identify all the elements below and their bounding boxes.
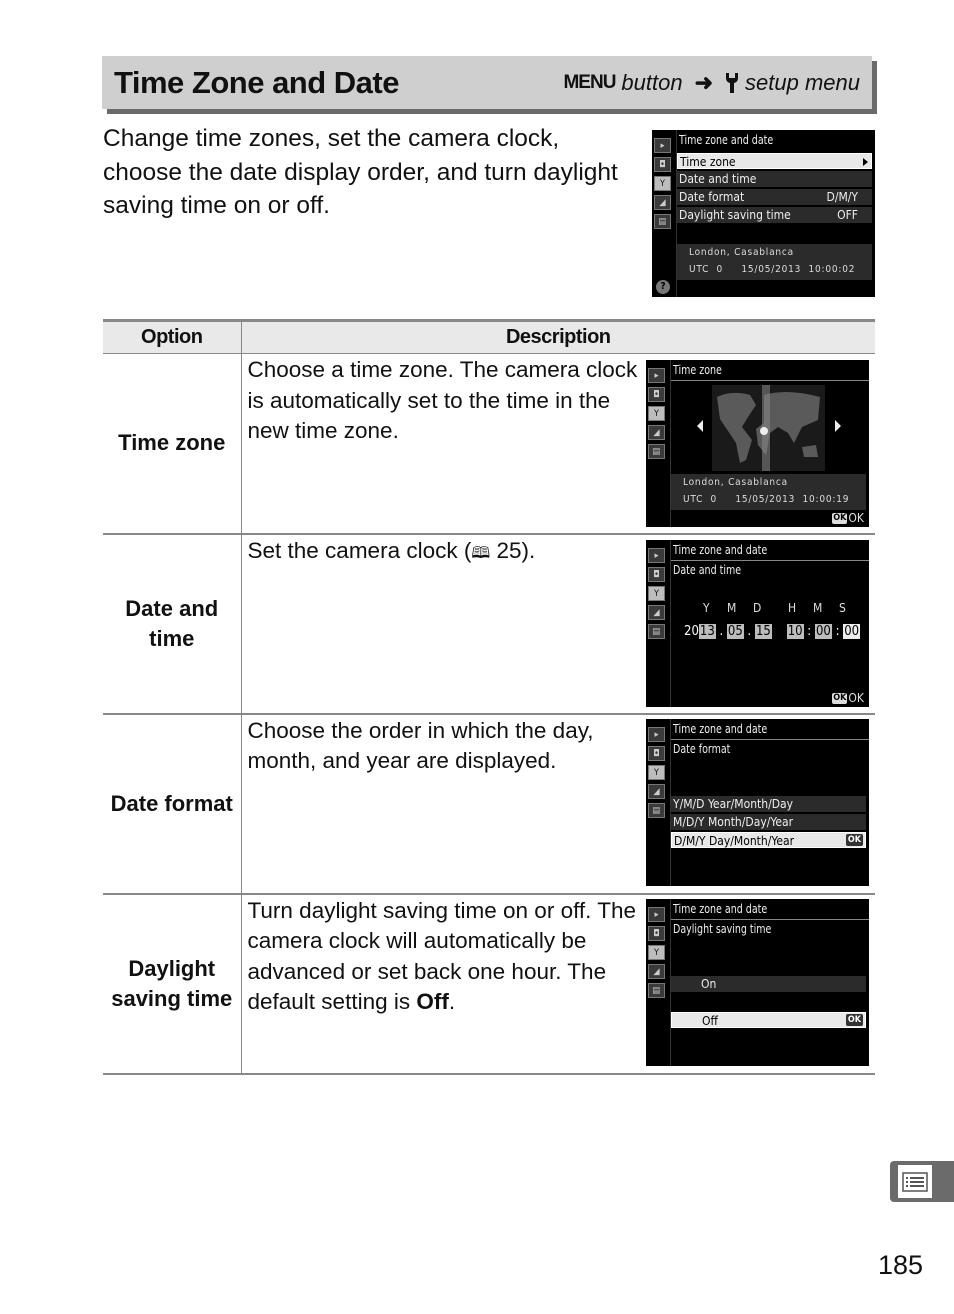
setup-tab-icon: Y xyxy=(648,945,665,960)
ok-icon: OK xyxy=(832,692,848,704)
help-icon: ? xyxy=(656,280,670,294)
utc-datetime: UTC 0 15/05/2013 10:00:02 xyxy=(689,264,856,275)
day-field[interactable]: 15 xyxy=(754,624,772,639)
menu-item-time-zone[interactable]: Time zone xyxy=(677,153,872,169)
mymenu-tab-icon: ▤ xyxy=(648,444,665,459)
camera-screen-daylight-saving: ▸ ◘ Y ◢ ▤ Time zone and date Daylight saving… xyxy=(646,899,869,1066)
section-header: Time Zone and Date MENU button ➜ setup m… xyxy=(102,56,872,109)
month-field[interactable]: 05 xyxy=(726,624,744,639)
option-name: Daylight saving time xyxy=(103,893,242,1075)
screen-title: Time zone xyxy=(673,363,722,377)
screen-subtitle: Daylight saving time xyxy=(673,922,772,936)
setup-tab-icon: Y xyxy=(648,765,665,780)
camera-tab-icon: ◘ xyxy=(648,387,665,402)
camera-screen-date-and-time: ▸ ◘ Y ◢ ▤ Time zone and date Date and time Y… xyxy=(646,540,869,707)
screen-subtitle: Date format xyxy=(673,742,731,756)
option-on[interactable]: On xyxy=(671,976,866,992)
mymenu-tab-icon: ▤ xyxy=(648,624,665,639)
camera-tab-icon: ◘ xyxy=(648,567,665,582)
option-mdy[interactable]: M/D/Y Month/Day/Year xyxy=(671,814,866,830)
playback-tab-icon: ▸ xyxy=(648,727,665,742)
retouch-tab-icon: ◢ xyxy=(654,195,671,210)
mymenu-tab-icon: ▤ xyxy=(654,214,671,229)
ok-button[interactable]: OK OK xyxy=(832,511,864,525)
option-off[interactable]: Off OK xyxy=(671,1012,866,1028)
playback-tab-icon: ▸ xyxy=(648,548,665,563)
screen-title: Time zone and date xyxy=(673,902,768,916)
option-name: Time zone xyxy=(103,353,242,535)
menu-path: MENU button ➜ setup menu xyxy=(563,70,860,96)
world-map xyxy=(712,385,825,471)
ok-icon: OK xyxy=(845,1014,863,1026)
camera-tab-icon: ◘ xyxy=(654,157,671,172)
retouch-tab-icon: ◢ xyxy=(648,784,665,799)
intro-text: Change time zones, set the camera clock,… xyxy=(103,125,618,219)
ok-icon: OK xyxy=(832,512,848,524)
option-name: Date and time xyxy=(103,533,242,715)
page-title: Time Zone and Date xyxy=(114,64,400,100)
camera-screen-time-zone: ▸ ◘ Y ◢ ▤ Time zone London, Casablanca UTC 0… xyxy=(646,360,869,527)
setup-tab-icon: Y xyxy=(648,406,665,421)
arrow-right-icon xyxy=(863,158,868,166)
camera-screen-date-format: ▸ ◘ Y ◢ ▤ Time zone and date Date format Y/M… xyxy=(646,719,869,886)
book-icon: 🕮 xyxy=(471,544,491,562)
menu-list-icon xyxy=(898,1165,932,1198)
screen-subtitle: Date and time xyxy=(673,563,742,577)
arrow-icon: ➜ xyxy=(694,69,714,95)
column-header-option: Option xyxy=(103,319,242,354)
arrow-left-icon[interactable] xyxy=(697,420,703,432)
time-info-box: London, Casablanca UTC 0 15/05/2013 10:0… xyxy=(677,244,872,280)
setup-tab-icon: Y xyxy=(648,586,665,601)
minute-field[interactable]: 00 xyxy=(814,624,832,639)
mymenu-tab-icon: ▤ xyxy=(648,803,665,818)
second-field[interactable]: 00 xyxy=(843,624,861,639)
hour-field[interactable]: 10 xyxy=(786,624,804,639)
screen-title: Time zone and date xyxy=(673,543,768,557)
option-ymd[interactable]: Y/M/D Year/Month/Day xyxy=(671,796,866,812)
playback-tab-icon: ▸ xyxy=(654,138,671,153)
button-word: button xyxy=(621,69,683,95)
time-info-box: London, Casablanca UTC 0 15/05/2013 10:0… xyxy=(671,474,866,510)
camera-tab-icon: ◘ xyxy=(648,746,665,761)
menu-button-label: MENU xyxy=(563,71,616,93)
menu-item-daylight-saving[interactable]: Daylight saving time OFF xyxy=(677,207,872,223)
wrench-icon xyxy=(726,72,739,93)
camera-tab-icon: ◘ xyxy=(648,926,665,941)
location-text: London, Casablanca xyxy=(689,247,794,258)
ok-icon: OK xyxy=(845,834,863,846)
screen-title: Time zone and date xyxy=(679,133,774,147)
camera-screen-main: ▸ ◘ Y ◢ ▤ Time zone and date Time zone D… xyxy=(652,130,875,297)
page-number: 185 xyxy=(878,1250,924,1280)
arrow-right-icon[interactable] xyxy=(835,420,841,432)
menu-item-date-format[interactable]: Date format D/M/Y xyxy=(677,189,872,205)
retouch-tab-icon: ◢ xyxy=(648,964,665,979)
section-tab[interactable] xyxy=(890,1161,954,1202)
retouch-tab-icon: ◢ xyxy=(648,605,665,620)
year-field[interactable]: 13 xyxy=(698,624,716,639)
retouch-tab-icon: ◢ xyxy=(648,425,665,440)
screen-title: Time zone and date xyxy=(673,722,768,736)
menu-tabs: ▸ ◘ Y ◢ ▤ xyxy=(654,138,674,233)
mymenu-tab-icon: ▤ xyxy=(648,983,665,998)
option-name: Date format xyxy=(103,713,242,895)
option-dmy[interactable]: D/M/Y Day/Month/Year OK xyxy=(671,832,866,848)
playback-tab-icon: ▸ xyxy=(648,368,665,383)
table-header-row: Option Description xyxy=(103,319,875,354)
column-header-description: Description xyxy=(241,319,875,354)
menu-item-date-and-time[interactable]: Date and time xyxy=(677,171,872,187)
ok-button[interactable]: OK OK xyxy=(832,691,864,705)
datetime-fields: 2013 . 05 . 15 10 : 00 : 00 xyxy=(684,624,861,639)
setup-menu-label: setup menu xyxy=(745,69,860,95)
setup-tab-icon: Y xyxy=(654,176,671,191)
page-reference-link[interactable]: 25 xyxy=(496,538,521,563)
playback-tab-icon: ▸ xyxy=(648,907,665,922)
